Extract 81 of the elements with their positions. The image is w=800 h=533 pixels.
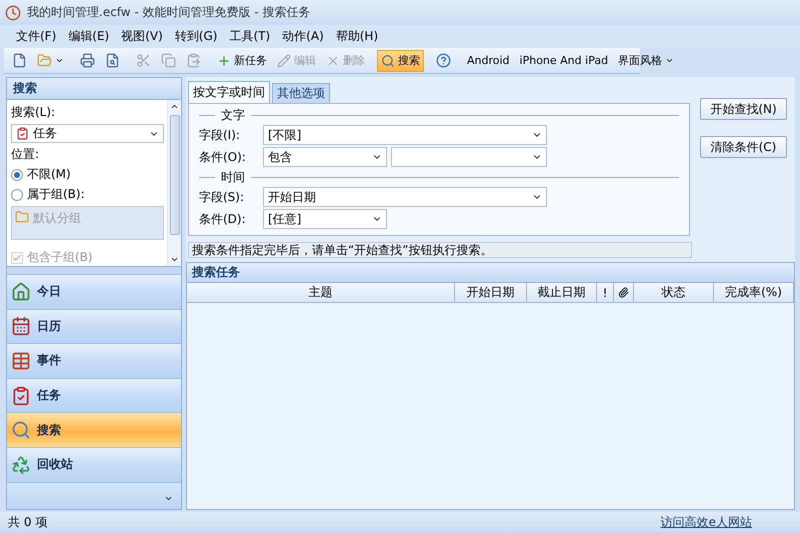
plus-icon [217, 54, 231, 68]
attachment-column-header[interactable] [614, 283, 634, 303]
field-label: 字段(I): [199, 126, 241, 144]
recycle-icon [11, 454, 31, 475]
radio-label: 不限(M) [27, 166, 71, 183]
more-caret-icon[interactable] [164, 494, 173, 503]
folder-icon [37, 53, 52, 68]
radio-button[interactable] [11, 168, 23, 180]
section-title: 文字 [221, 106, 245, 124]
item-count: 共 0 项 [8, 514, 48, 531]
start-search-button[interactable]: 开始查找(N) [700, 98, 787, 120]
checkbox-label: 包含子组(B) [27, 249, 93, 266]
window-title: 我的时间管理.ecfw - 效能时间管理免费版 - 搜索任务 [27, 4, 311, 21]
clear-button[interactable]: 清除条件(C) [700, 136, 787, 158]
copy-icon [161, 53, 176, 68]
condition-label: 条件(O): [199, 148, 247, 166]
section-title: 时间 [221, 168, 245, 186]
column-header[interactable]: 开始日期 [455, 283, 527, 303]
nav-button[interactable]: 搜索 [7, 412, 181, 447]
platform-button[interactable]: iPhone And iPad [516, 50, 612, 72]
preview-icon [105, 53, 120, 68]
help-icon [436, 53, 451, 68]
column-header[interactable]: 状态 [634, 283, 714, 303]
column-header[interactable]: 截止日期 [527, 283, 597, 303]
condition-select[interactable]: 包含 [263, 147, 387, 167]
calendar-icon [11, 316, 31, 336]
nav-button[interactable]: 回收站 [7, 446, 181, 482]
check-icon [12, 252, 22, 262]
nav-button[interactable]: 日历 [7, 308, 181, 344]
field-select[interactable]: [不限] [263, 125, 547, 145]
search-type-select[interactable]: 任务 [11, 124, 164, 143]
caret-icon [665, 56, 674, 65]
scroll-up-icon[interactable] [170, 102, 179, 111]
radio-button[interactable] [11, 188, 23, 200]
search-button[interactable]: 搜索 [377, 50, 424, 72]
search-icon [11, 420, 31, 440]
menu-item[interactable]: 转到(G) [168, 26, 224, 47]
theme-menu-button[interactable]: 界面风格 [614, 50, 678, 72]
field-select[interactable]: 开始日期 [263, 187, 547, 207]
field-label: 字段(S): [199, 188, 246, 206]
radio-label: 属于组(B): [27, 186, 85, 203]
pencil-icon [277, 54, 291, 68]
menu-item[interactable]: 文件(F) [10, 26, 62, 47]
tab[interactable]: 按文字或时间 [188, 81, 270, 103]
menu-item[interactable]: 帮助(H) [330, 26, 384, 47]
search-icon [381, 54, 395, 68]
scroll-down-icon[interactable] [170, 255, 179, 264]
house-icon [11, 282, 31, 302]
clipboard-icon [16, 127, 29, 140]
menu-item[interactable]: 工具(T) [223, 26, 276, 47]
cut-icon [136, 53, 151, 68]
scrollbar[interactable] [167, 100, 181, 266]
column-header[interactable]: 主题 [187, 283, 455, 303]
location-label: 位置: [11, 146, 40, 163]
table-icon [11, 350, 31, 371]
caret-icon [55, 56, 64, 65]
tab[interactable]: 其他选项 [272, 83, 330, 103]
column-header[interactable]: 完成率(%) [714, 283, 794, 303]
paste-icon [186, 53, 201, 68]
paperclip-icon [618, 287, 629, 298]
column-header[interactable]: ! [597, 283, 614, 303]
menu-item[interactable]: 动作(A) [276, 26, 330, 47]
folder-icon [15, 210, 29, 224]
platform-button[interactable]: Android [463, 50, 514, 72]
printer-icon [80, 53, 95, 68]
nav-button[interactable]: 任务 [7, 378, 181, 412]
condition-label: 条件(D): [199, 210, 247, 228]
website-link[interactable]: 访问高效e人网站 [660, 514, 752, 531]
clipboard-icon [11, 386, 31, 406]
menu-item[interactable]: 编辑(E) [62, 26, 116, 47]
new-file-icon [12, 53, 27, 68]
nav-button[interactable]: 事件 [7, 343, 181, 378]
nav-button[interactable]: 今日 [7, 274, 181, 309]
search-label: 搜索(L): [11, 104, 56, 121]
panel-title: 搜索 [7, 78, 181, 100]
condition-select[interactable]: [任意] [263, 209, 387, 229]
hint-text: 搜索条件指定完毕后，请单击“开始查找”按钮执行搜索。 [188, 242, 692, 258]
results-title: 搜索任务 [186, 262, 795, 283]
plus-button[interactable]: 新任务 [213, 50, 271, 72]
menu-item[interactable]: 视图(V) [115, 26, 169, 47]
app-clock-icon [5, 4, 21, 20]
